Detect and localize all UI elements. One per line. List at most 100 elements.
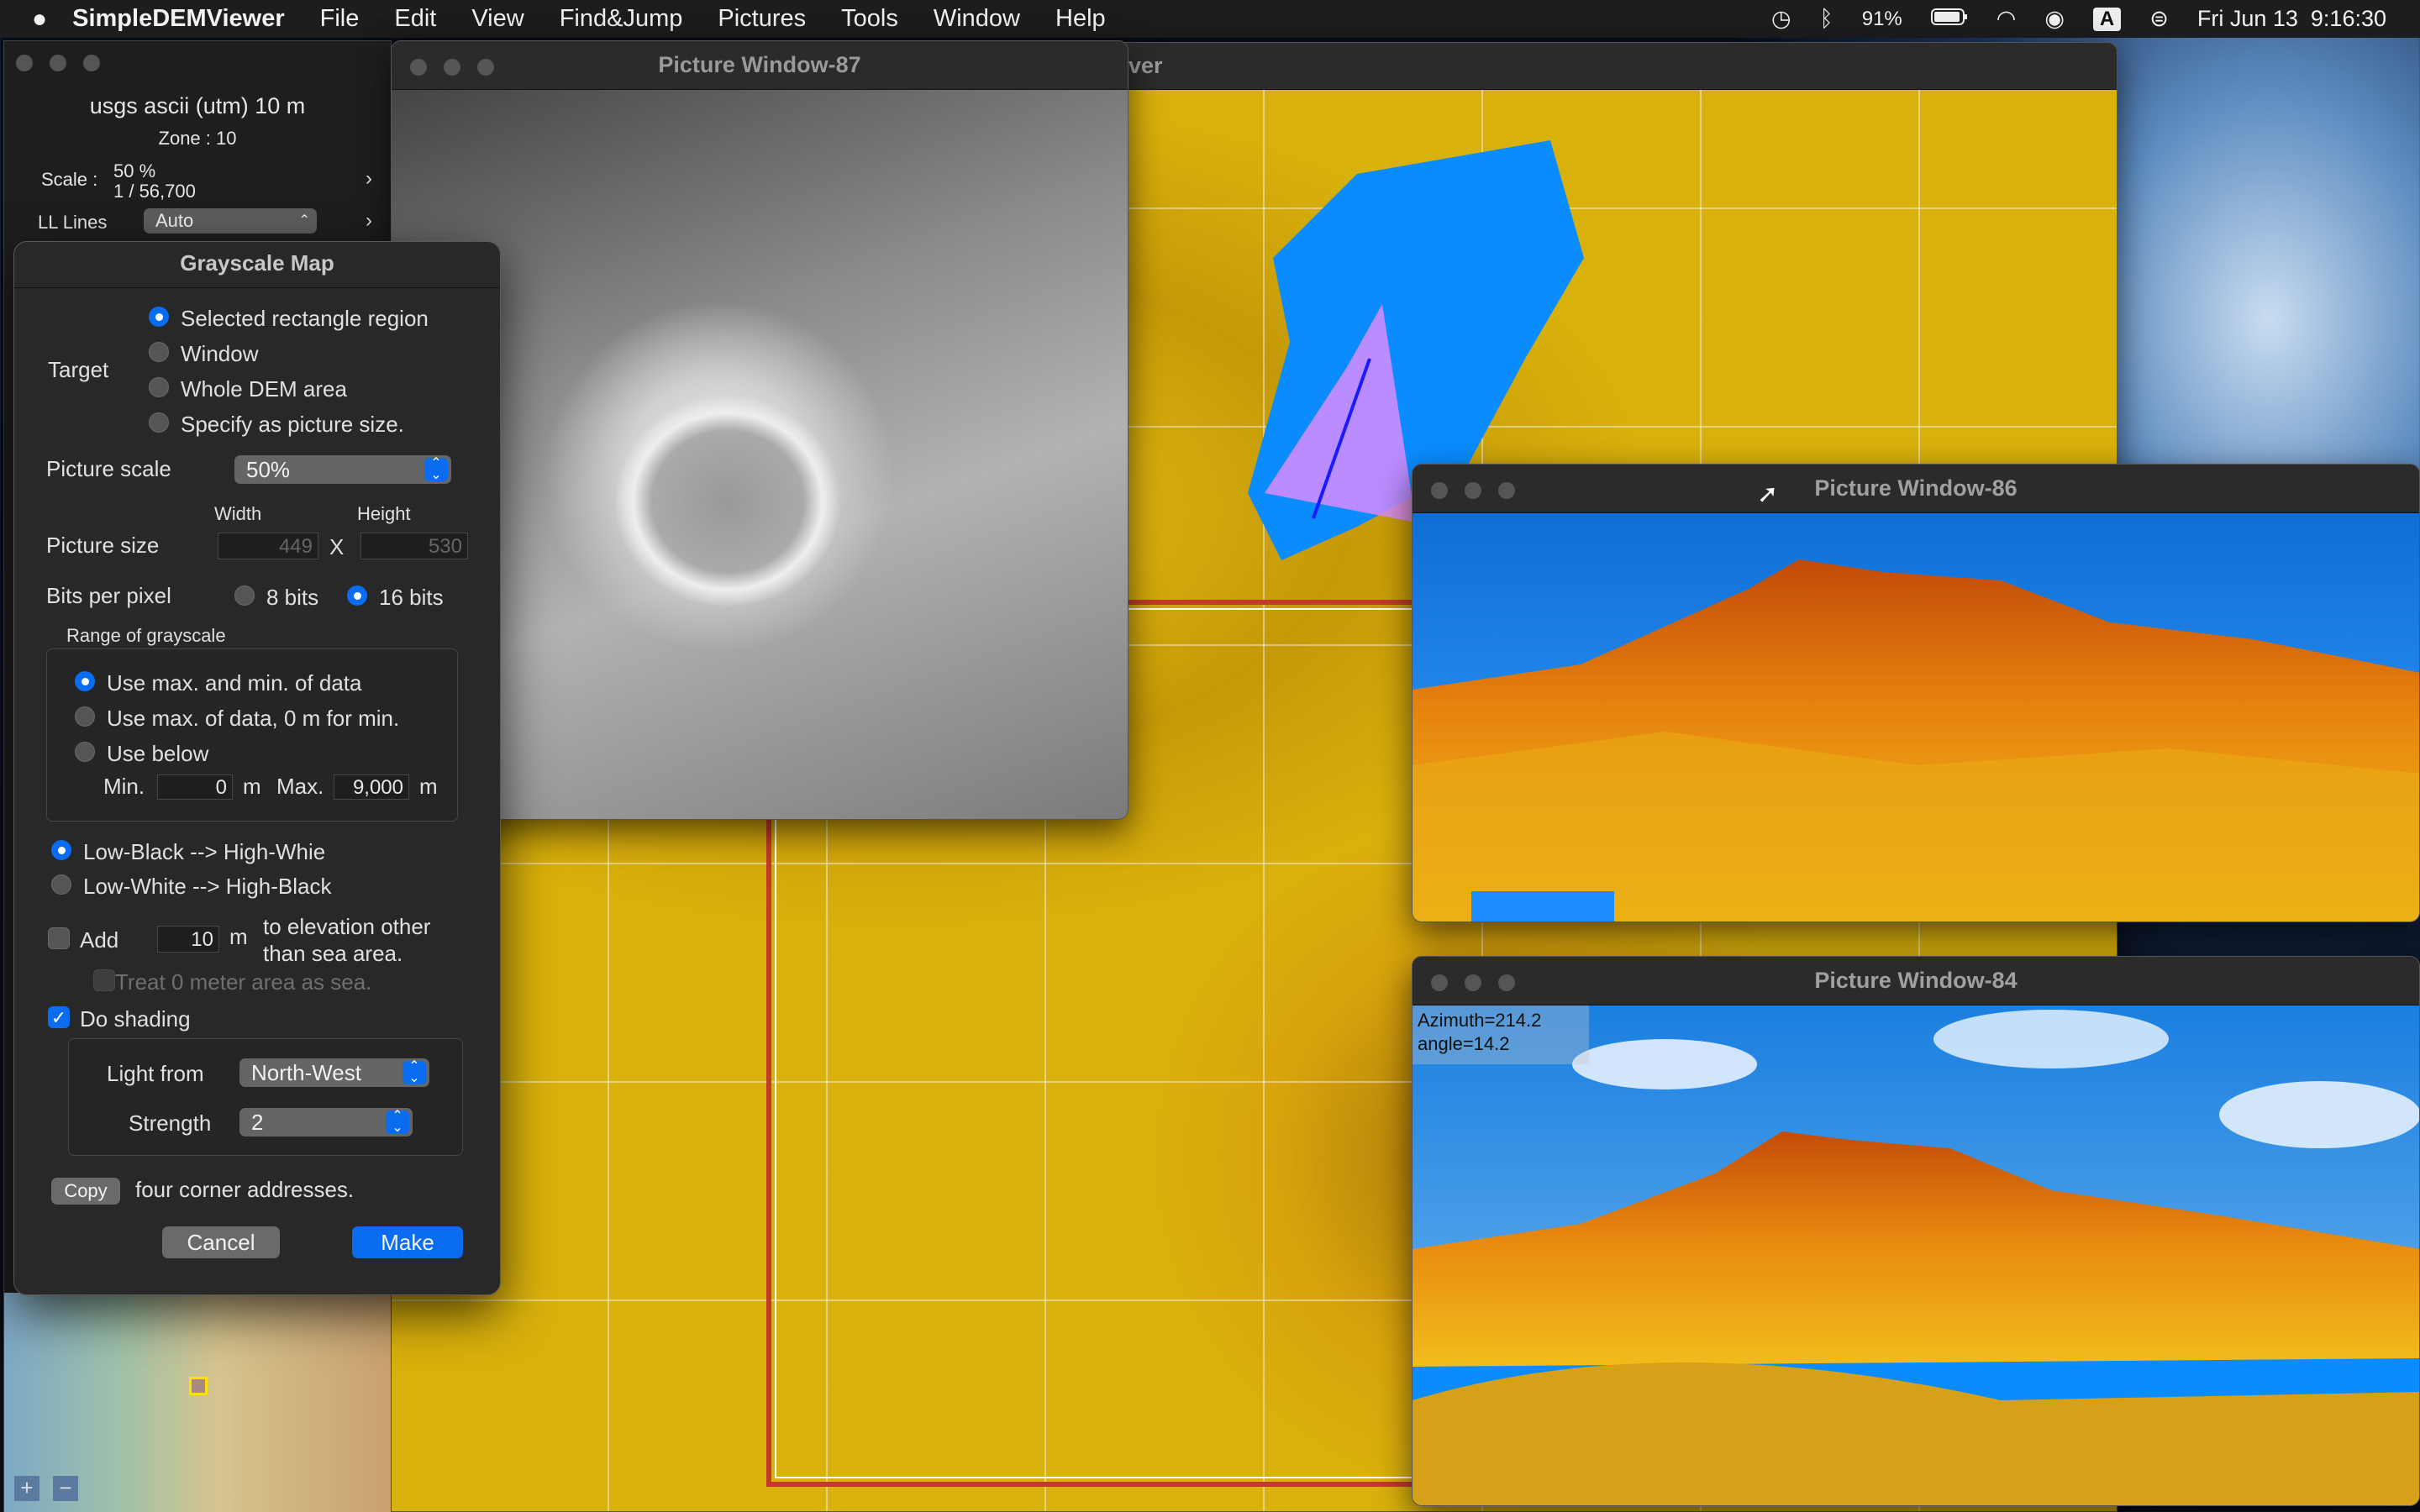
time-machine-icon[interactable]: ◷ (1771, 6, 1791, 32)
size-x-label: X (329, 534, 345, 559)
pw86-title: Picture Window-86 (1814, 475, 2018, 501)
scale-chevron-icon[interactable]: › (366, 167, 372, 191)
low-black-label[interactable]: Low-Black --> High-Whie (83, 839, 325, 865)
strength-select[interactable]: 2 ⌃ ⌄ (239, 1108, 413, 1137)
low-white-radio[interactable] (51, 874, 71, 895)
zoom-icon[interactable] (1498, 974, 1515, 991)
perspective-view-86[interactable] (1413, 513, 2420, 922)
menu-pictures[interactable]: Pictures (718, 5, 806, 33)
ll-lines-select[interactable]: Auto ⌃ (144, 208, 317, 234)
low-black-radio[interactable] (51, 840, 71, 860)
zoom-icon[interactable] (83, 55, 100, 71)
menu-file[interactable]: File (320, 5, 360, 33)
pw86-titlebar[interactable]: Picture Window-86 (1413, 465, 2419, 513)
zoom-out-icon[interactable]: − (53, 1476, 78, 1501)
menu-findjump[interactable]: Find&Jump (560, 5, 683, 33)
zoom-icon[interactable] (1498, 482, 1515, 499)
picture-window-86: Picture Window-86 ➚ (1412, 464, 2420, 922)
picture-height-field[interactable]: 530 (360, 533, 468, 559)
bluetooth-icon[interactable]: ᛒ (1820, 6, 1833, 32)
target-window-label[interactable]: Window (181, 341, 258, 367)
range-below-radio[interactable] (75, 742, 95, 762)
close-icon[interactable] (1431, 482, 1448, 499)
bpp-16-label[interactable]: 16 bits (379, 585, 444, 611)
ll-lines-label: LL Lines (38, 212, 108, 233)
close-icon[interactable] (1431, 974, 1448, 991)
range-max-zero-radio[interactable] (75, 706, 95, 727)
target-picture-size-radio[interactable] (149, 412, 169, 433)
add-label: Add (80, 927, 119, 953)
make-button[interactable]: Make (352, 1226, 463, 1258)
range-maxmin-radio[interactable] (75, 671, 95, 691)
max-label: Max. (276, 774, 324, 799)
minimize-icon[interactable] (50, 55, 66, 71)
add-elevation-field[interactable]: 10 (157, 926, 219, 953)
picture-scale-select[interactable]: 50% ⌃ ⌄ (234, 455, 451, 484)
do-shading-label[interactable]: Do shading (80, 1006, 191, 1032)
add-elevation-checkbox[interactable] (48, 927, 70, 949)
target-picture-size-label[interactable]: Specify as picture size. (181, 412, 404, 438)
pw87-titlebar[interactable]: Picture Window-87 (392, 41, 1128, 90)
copy-desc: four corner addresses. (135, 1177, 355, 1202)
copy-button[interactable]: Copy (51, 1178, 120, 1205)
menu-window[interactable]: Window (934, 5, 1020, 33)
close-icon[interactable] (410, 59, 427, 76)
main-window-title: ver (1128, 53, 1163, 78)
menu-view[interactable]: View (471, 5, 523, 33)
angle-label: angle=14.2 (1418, 1033, 1510, 1054)
ll-chevron-icon[interactable]: › (366, 209, 372, 233)
control-center-icon[interactable]: ⊜ (2149, 6, 2169, 32)
pw84-titlebar[interactable]: Picture Window-84 (1413, 957, 2419, 1005)
minimize-icon[interactable] (444, 59, 460, 76)
perspective-view-84[interactable] (1413, 1005, 2420, 1506)
min-field[interactable]: 0 (157, 774, 233, 800)
menu-tools[interactable]: Tools (841, 5, 898, 33)
target-whole-dem-label[interactable]: Whole DEM area (181, 376, 347, 402)
target-whole-dem-radio[interactable] (149, 377, 169, 397)
menu-help[interactable]: Help (1055, 5, 1106, 33)
zoom-in-icon[interactable]: + (14, 1476, 39, 1501)
bpp-8-radio[interactable] (234, 585, 255, 606)
range-below-label[interactable]: Use below (107, 741, 208, 767)
user-icon[interactable]: ◉ (2044, 6, 2065, 32)
grayscale-image[interactable] (392, 90, 1128, 819)
cancel-button[interactable]: Cancel (162, 1226, 280, 1258)
treat-sea-label: Treat 0 meter area as sea. (115, 969, 372, 995)
target-label: Target (48, 357, 109, 382)
treat-sea-checkbox[interactable] (93, 969, 115, 991)
target-selected-region-label[interactable]: Selected rectangle region (181, 306, 429, 332)
low-white-label[interactable]: Low-White --> High-Black (83, 874, 331, 900)
bpp-16-radio[interactable] (347, 585, 367, 606)
clock[interactable]: Fri Jun 13 9:16:30 (2197, 6, 2386, 32)
zone-label: Zone : 10 (158, 128, 237, 149)
minimize-icon[interactable] (1465, 482, 1481, 499)
menu-edit[interactable]: Edit (394, 5, 436, 33)
target-window-radio[interactable] (149, 342, 169, 362)
add-unit: m (229, 924, 248, 949)
close-icon[interactable] (16, 55, 33, 71)
apple-icon[interactable]: ● (32, 5, 47, 34)
minimize-icon[interactable] (1465, 974, 1481, 991)
zoom-icon[interactable] (477, 59, 494, 76)
height-header: Height (357, 503, 411, 524)
range-maxmin-label[interactable]: Use max. and min. of data (107, 670, 361, 696)
grayscale-map-dialog: Grayscale Map Target Selected rectangle … (13, 241, 501, 1295)
info-panel-titlebar[interactable] (4, 41, 391, 73)
do-shading-checkbox[interactable]: ✓ (48, 1006, 70, 1028)
strength-label: Strength (129, 1110, 212, 1136)
target-selected-region-radio[interactable] (149, 307, 169, 327)
picture-width-field[interactable]: 449 (218, 533, 318, 559)
wifi-icon[interactable]: ◠ (1996, 6, 2017, 32)
max-field[interactable]: 9,000 (334, 774, 409, 800)
range-group-label: Range of grayscale (66, 625, 226, 646)
bpp-8-label[interactable]: 8 bits (266, 585, 318, 611)
add-desc-line1: to elevation other (263, 914, 431, 939)
mouse-cursor-icon: ➚ (1757, 480, 1779, 508)
input-source-icon[interactable]: A (2092, 7, 2122, 31)
dialog-title: Grayscale Map (180, 250, 334, 276)
overview-map[interactable]: + − (4, 1293, 391, 1512)
battery-icon[interactable] (1930, 6, 1968, 32)
light-from-select[interactable]: North-West ⌃ ⌄ (239, 1058, 429, 1087)
range-max-zero-label[interactable]: Use max. of data, 0 m for min. (107, 706, 399, 732)
menu-app[interactable]: SimpleDEMViewer (72, 5, 285, 33)
